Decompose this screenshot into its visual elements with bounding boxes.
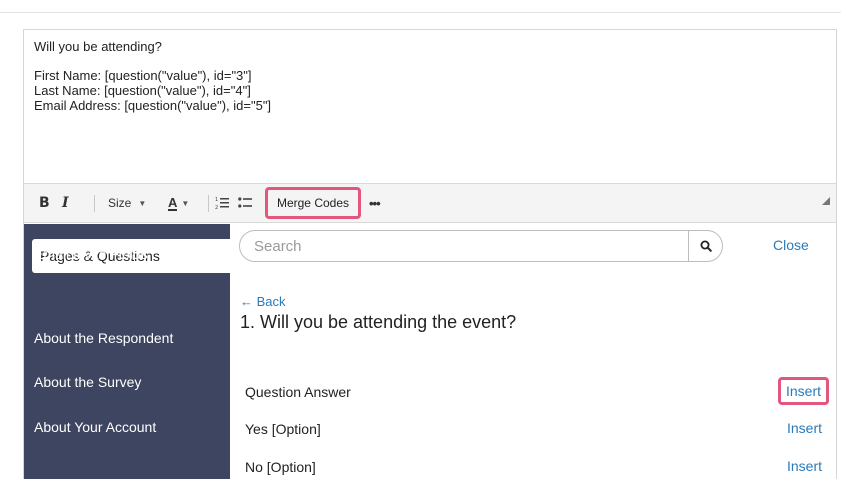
editor-line: Email Address: [question("value"), id="5…	[34, 98, 272, 113]
merge-code-categories: Pages & Questions Email Invite Fields Ab…	[24, 224, 230, 479]
search-input[interactable]	[240, 231, 690, 261]
sidebar-item-email-invite-fields[interactable]: Email Invite Fields	[24, 232, 230, 276]
font-size-dropdown[interactable]: Size ▼	[108, 184, 146, 222]
top-divider	[0, 12, 841, 13]
insert-button[interactable]: Insert	[787, 458, 822, 474]
font-color-icon: A	[168, 194, 178, 211]
merge-code-editor: Will you be attending? First Name: [ques…	[23, 29, 837, 479]
question-title: 1. Will you be attending the event?	[240, 312, 517, 332]
sidebar-item-about-respondent[interactable]: About the Respondent	[24, 316, 230, 360]
merge-code-panel: Close ← Back 1. Will you be attending th…	[230, 224, 836, 479]
editor-blank-line	[34, 54, 826, 68]
editor-toolbar: B I Size ▼ A ▼ 1 2 Merge Codes •••	[24, 183, 836, 223]
font-color-dropdown[interactable]: A ▼	[168, 184, 189, 222]
insert-button[interactable]: Insert	[777, 377, 829, 405]
search-icon[interactable]	[688, 231, 722, 261]
merge-code-label: Question Answer	[245, 384, 351, 400]
numbered-list-icon[interactable]: 1 2	[215, 184, 229, 222]
close-link[interactable]: Close	[773, 237, 809, 253]
caret-down-icon: ▼	[138, 198, 147, 208]
sidebar-item-label: About Your Account	[34, 419, 157, 435]
bold-button[interactable]: B	[39, 184, 50, 222]
sidebar-item-label: About the Survey	[34, 374, 142, 390]
editor-line: First Name: [question("value"), id="3"]	[34, 68, 252, 83]
caret-down-icon: ▼	[181, 198, 190, 208]
editor-line: Will you be attending?	[34, 39, 162, 54]
merge-code-label: Yes [Option]	[245, 421, 321, 437]
svg-text:1: 1	[215, 197, 218, 203]
merge-codes-button[interactable]: Merge Codes	[265, 187, 361, 219]
sidebar-item-label: Email Invite Fields	[34, 246, 148, 262]
search-box	[239, 230, 723, 262]
merge-code-label: No [Option]	[245, 459, 316, 475]
toolbar-divider	[94, 195, 95, 212]
sidebar-item-label: About the Respondent	[34, 330, 174, 346]
back-link[interactable]: ← Back	[240, 294, 286, 309]
svg-text:2: 2	[215, 205, 218, 210]
sidebar-item-about-survey[interactable]: About the Survey	[24, 360, 230, 404]
italic-button[interactable]: I	[62, 184, 69, 222]
insert-button[interactable]: Insert	[787, 420, 822, 436]
more-options-icon[interactable]: •••	[369, 184, 381, 222]
bulleted-list-icon[interactable]	[238, 184, 252, 222]
font-size-label: Size	[108, 196, 132, 210]
sidebar-item-about-account[interactable]: About Your Account	[24, 405, 230, 449]
toolbar-divider	[208, 195, 209, 212]
list-item: Yes [Option] Insert	[230, 410, 836, 448]
message-editor[interactable]: Will you be attending? First Name: [ques…	[24, 30, 836, 183]
list-item: No [Option] Insert	[230, 448, 836, 479]
editor-line: Last Name: [question("value"), id="4"]	[34, 83, 251, 98]
resize-handle-icon[interactable]	[822, 197, 830, 205]
list-item: Question Answer Insert	[230, 373, 836, 411]
